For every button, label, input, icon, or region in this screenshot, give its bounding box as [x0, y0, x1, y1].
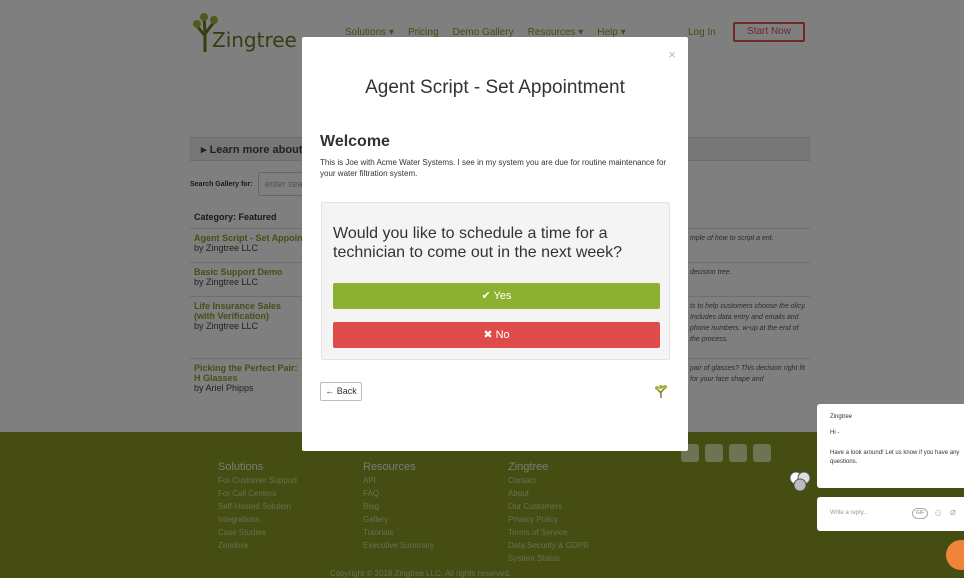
chat-sender-name: Zingtree	[830, 414, 853, 420]
attachment-icon[interactable]: ⌀	[950, 507, 956, 518]
back-button[interactable]: ← Back	[320, 382, 362, 401]
node-heading: Welcome	[320, 133, 390, 150]
chat-reply-box[interactable]: Write a reply... GIF ☺ ⌀	[817, 497, 964, 531]
close-icon[interactable]: ×	[668, 47, 676, 62]
modal-title: Agent Script - Set Appointment	[365, 77, 625, 98]
chat-message-card[interactable]: Zingtree Hi - Have a look around! Let us…	[817, 404, 964, 488]
chat-greeting: Hi -	[830, 430, 840, 436]
node-intro-text: This is Joe with Acme Water Systems. I s…	[320, 158, 667, 178]
script-modal: × Agent Script - Set Appointment Welcome…	[302, 37, 688, 451]
zingtree-tree-icon	[655, 385, 667, 398]
chat-reply-input[interactable]: Write a reply...	[830, 510, 868, 516]
avatar-group-icon	[789, 471, 811, 492]
question-text: Would you like to schedule a time for a …	[333, 225, 623, 261]
no-button[interactable]: ✖ No	[333, 322, 660, 348]
chat-message: Have a look around! Let us know if you h…	[830, 450, 960, 465]
question-panel: Would you like to schedule a time for a …	[321, 202, 670, 360]
emoji-icon[interactable]: ☺	[933, 508, 943, 519]
chat-team-avatars[interactable]	[787, 470, 815, 492]
gif-button[interactable]: GIF	[912, 508, 928, 519]
yes-button[interactable]: ✔ Yes	[333, 283, 660, 309]
